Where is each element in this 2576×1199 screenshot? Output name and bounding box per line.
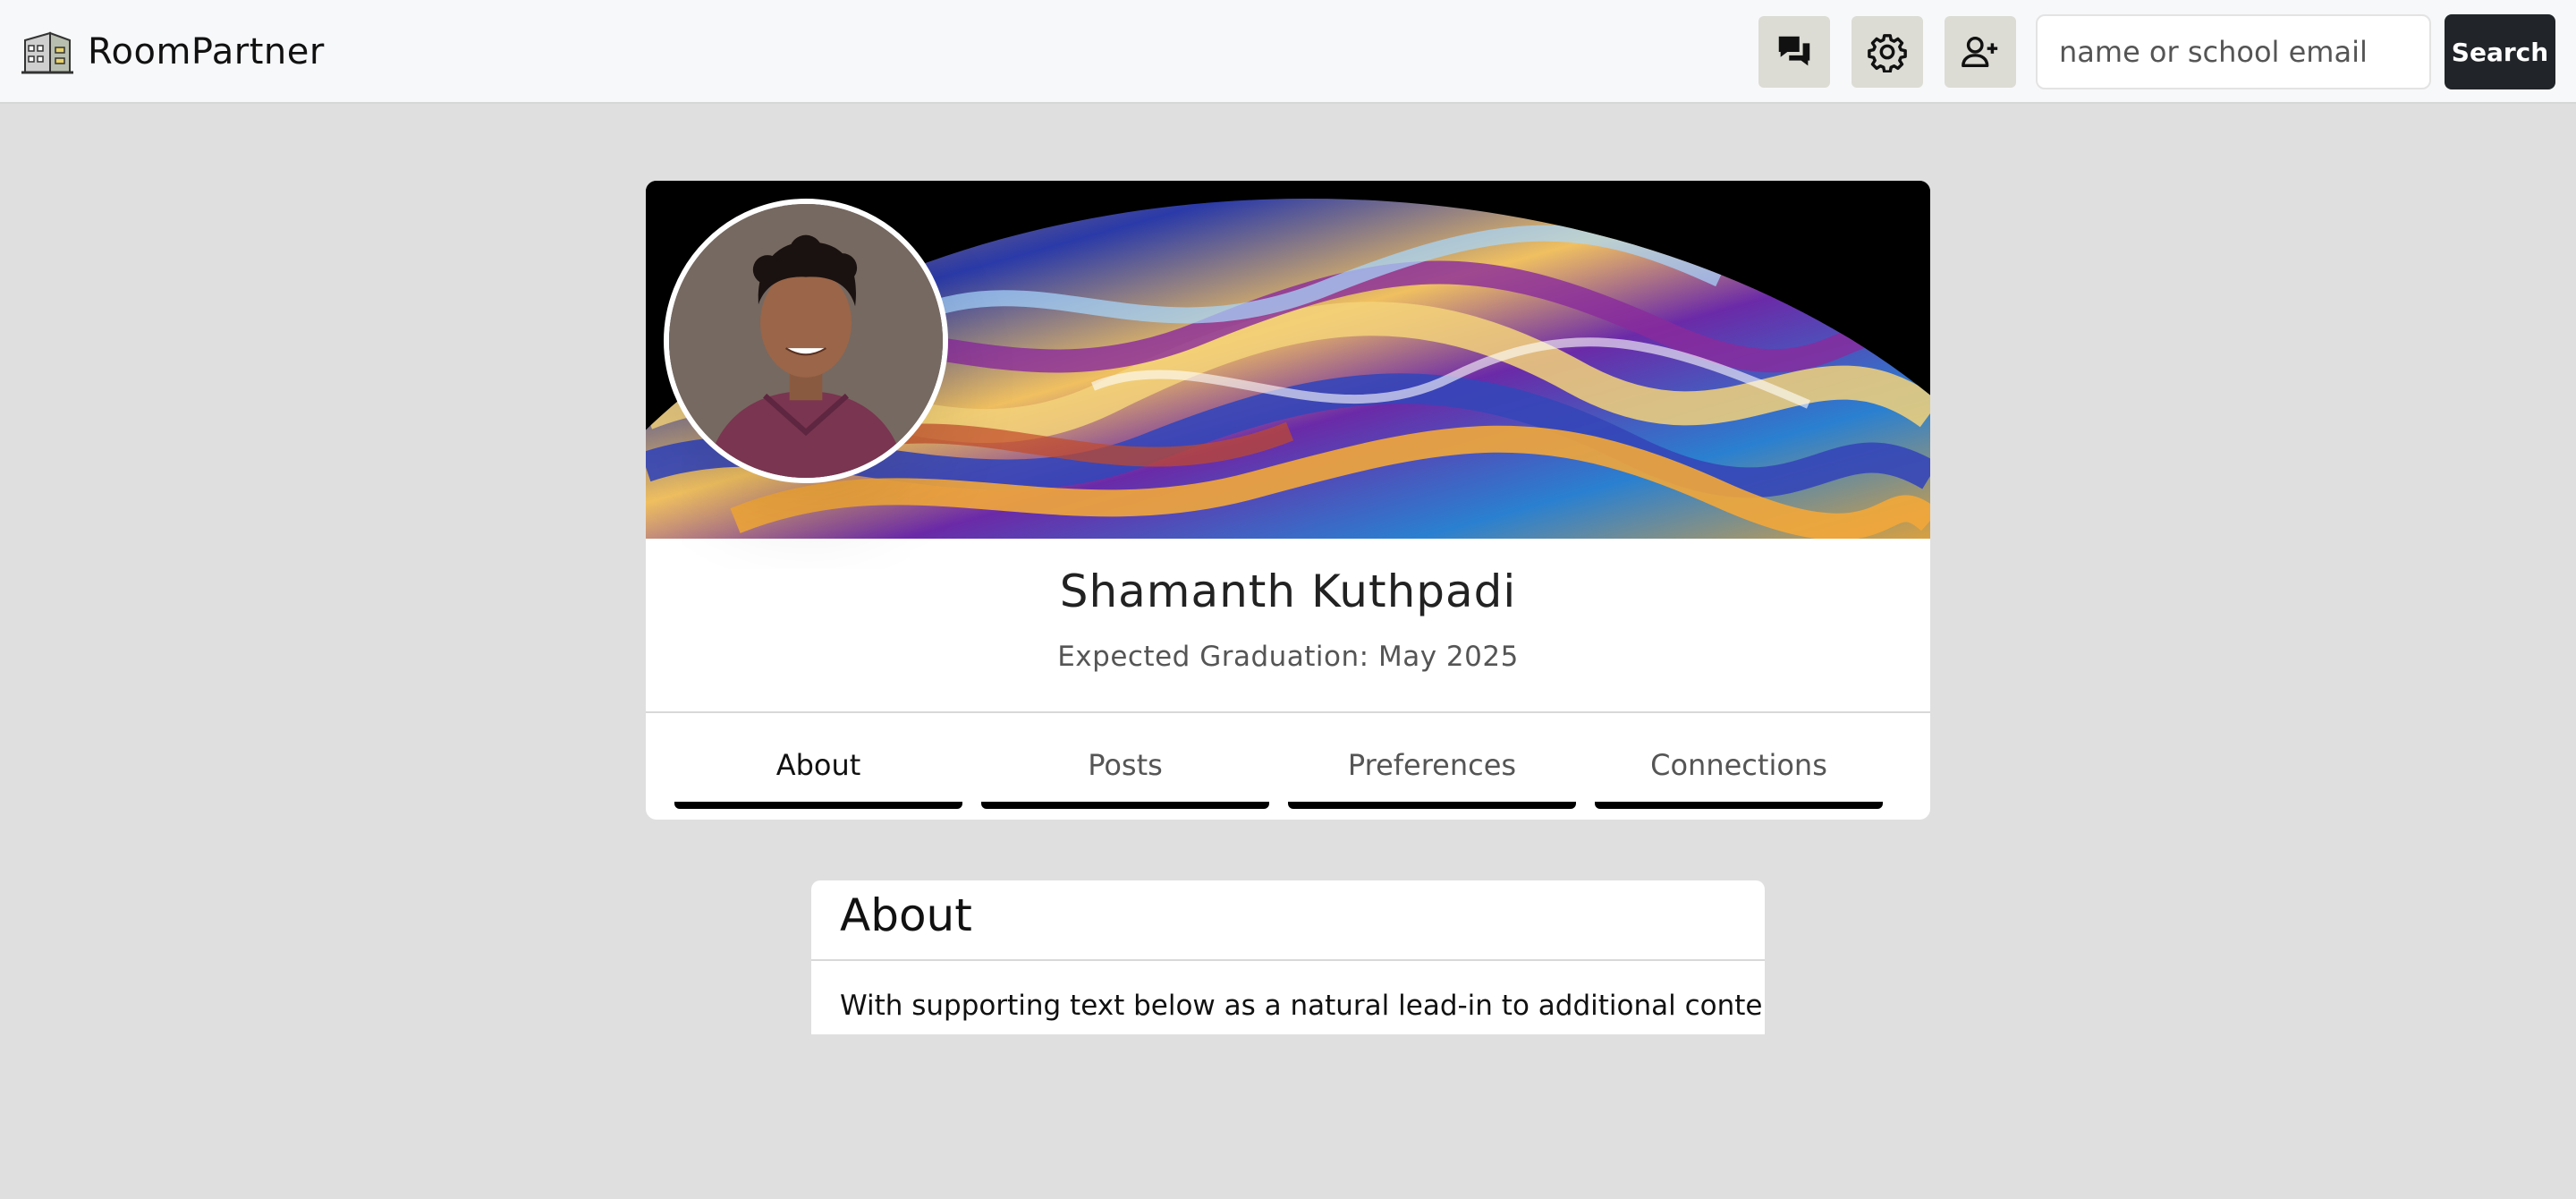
- profile-tabs: About Posts Preferences Connections: [674, 728, 1902, 809]
- profile-divider: [646, 711, 1930, 713]
- brand-name: RoomPartner: [88, 31, 325, 72]
- messages-button[interactable]: [1758, 16, 1830, 88]
- about-text: With supporting text below as a natural …: [840, 990, 1765, 1022]
- person-photo: [669, 204, 943, 478]
- chat-icon: [1778, 36, 1810, 66]
- tab-posts[interactable]: Posts: [981, 728, 1269, 809]
- about-title: About: [840, 889, 972, 941]
- about-card: About With supporting text below as a na…: [811, 880, 1765, 1034]
- settings-button[interactable]: [1852, 16, 1923, 88]
- brand[interactable]: RoomPartner: [20, 25, 325, 79]
- navbar: RoomPartner Search: [0, 0, 2576, 104]
- search-button[interactable]: Search: [2445, 14, 2555, 89]
- add-friend-button[interactable]: [1945, 16, 2016, 88]
- tab-preferences[interactable]: Preferences: [1288, 728, 1576, 809]
- profile-avatar: [664, 199, 948, 483]
- add-user-icon: [1962, 36, 1998, 68]
- tab-about[interactable]: About: [674, 728, 962, 809]
- profile-name: Shamanth Kuthpadi: [1059, 565, 1517, 617]
- about-divider: [811, 959, 1765, 961]
- building-logo-icon: [21, 31, 73, 74]
- graduation-date: Expected Graduation: May 2025: [1057, 641, 1519, 673]
- tab-connections[interactable]: Connections: [1595, 728, 1883, 809]
- profile-card: Shamanth Kuthpadi Expected Graduation: M…: [646, 181, 1930, 820]
- gear-icon: [1868, 34, 1907, 72]
- search-input[interactable]: [2036, 14, 2431, 89]
